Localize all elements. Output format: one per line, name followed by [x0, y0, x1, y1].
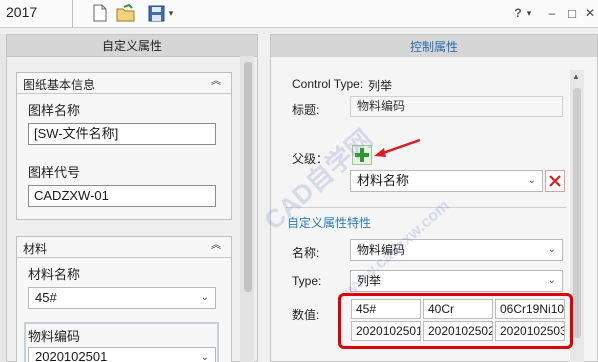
control-type-value: 列举	[368, 79, 393, 93]
toolbar-divider	[72, 0, 73, 28]
control-type-label: Control Type:	[292, 77, 364, 91]
help-icon[interactable]: ?	[512, 2, 524, 24]
material-name-value: 45#	[35, 290, 57, 305]
group-divider	[17, 257, 231, 258]
annotation-arrow-icon	[374, 138, 421, 157]
collapse-double-chevron-icon[interactable]: ︽	[209, 239, 223, 253]
material-code-select[interactable]: 2020102501 ⌄	[28, 347, 216, 362]
caption-input[interactable]: 物料编码	[350, 96, 563, 117]
drawing-name-input[interactable]: [SW-文件名称]	[28, 123, 216, 145]
material-group-title: 材料	[23, 242, 48, 256]
chevron-down-icon[interactable]: ⌄	[201, 290, 209, 306]
top-toolbar: 2017 ▾ ? ▾ ‒ □ ✕	[0, 0, 598, 28]
type-label: Type:	[292, 274, 322, 288]
custom-properties-header: 自定义属性	[6, 34, 258, 56]
app-version-year: 2017	[6, 4, 38, 20]
close-icon[interactable]: ✕	[584, 2, 596, 24]
minimize-icon[interactable]: ‒	[544, 2, 560, 24]
group-divider	[17, 93, 231, 94]
save-icon[interactable]	[146, 3, 166, 23]
chevron-down-icon[interactable]: ⌄	[548, 273, 556, 289]
section-divider	[286, 207, 566, 208]
material-code-label: 物料编码	[28, 329, 81, 344]
collapse-double-chevron-icon[interactable]: ︽	[209, 75, 223, 89]
left-scrollbar-thumb[interactable]	[244, 62, 252, 292]
name-label: 名称:	[292, 246, 320, 260]
caption-label: 标题:	[292, 103, 320, 117]
material-name-label: 材料名称	[28, 267, 81, 282]
drawing-info-title: 图纸基本信息	[23, 78, 96, 92]
remove-parent-button[interactable]	[545, 170, 565, 192]
drawing-name-label: 图样名称	[28, 103, 81, 118]
save-options-caret-icon[interactable]: ▾	[166, 2, 176, 24]
chevron-down-icon[interactable]: ⌄	[528, 173, 536, 189]
drawing-code-input[interactable]: CADZXW-01	[28, 185, 216, 207]
new-document-icon[interactable]	[90, 3, 110, 23]
open-folder-icon[interactable]	[116, 3, 136, 23]
chevron-down-icon[interactable]: ⌄	[201, 350, 209, 362]
drawing-code-label: 图样代号	[28, 165, 81, 180]
values-label: 数值:	[292, 308, 320, 322]
material-code-value: 2020102501	[35, 349, 108, 362]
chevron-down-icon[interactable]: ⌄	[548, 242, 556, 258]
maximize-icon[interactable]: □	[564, 2, 580, 24]
material-name-select[interactable]: 45# ⌄	[28, 287, 216, 309]
parent-select[interactable]: 材料名称 ⌄	[350, 170, 543, 192]
parent-value: 材料名称	[357, 173, 410, 188]
help-caret-icon[interactable]: ▾	[524, 2, 534, 24]
values-highlight-box	[338, 293, 573, 349]
scroll-up-arrow-icon[interactable]: ▲	[572, 72, 580, 81]
delete-x-icon	[549, 175, 561, 187]
control-properties-header: 控制属性	[271, 35, 597, 57]
right-scrollbar-thumb[interactable]	[573, 88, 581, 338]
